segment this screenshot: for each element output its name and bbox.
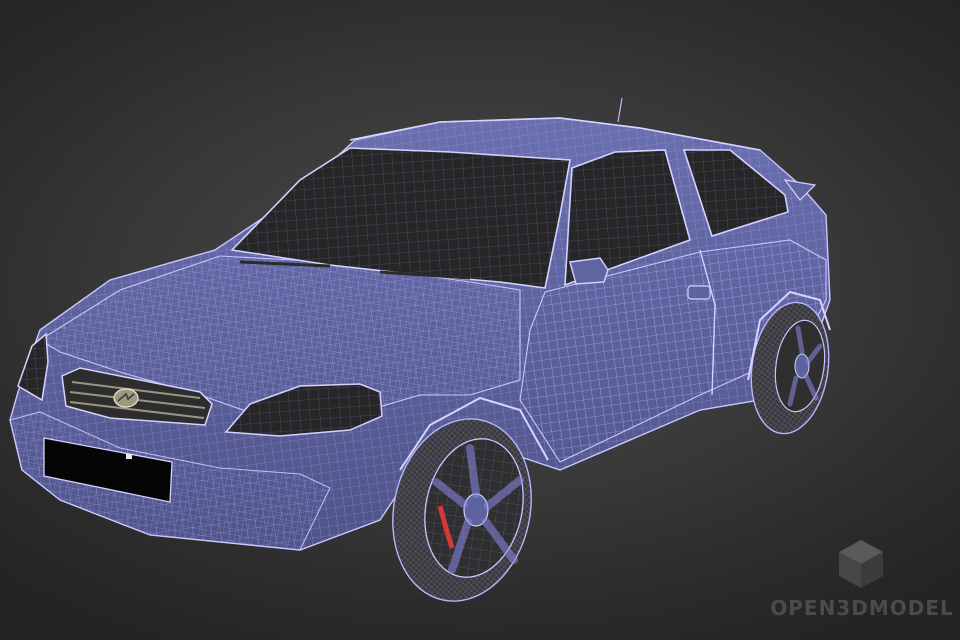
watermark-text: OPEN3DMODEL [770, 596, 954, 620]
watermark: OPEN3DMODEL [770, 534, 954, 630]
cube-icon [839, 540, 883, 588]
render-viewport: OPEN3DMODEL [0, 0, 960, 640]
